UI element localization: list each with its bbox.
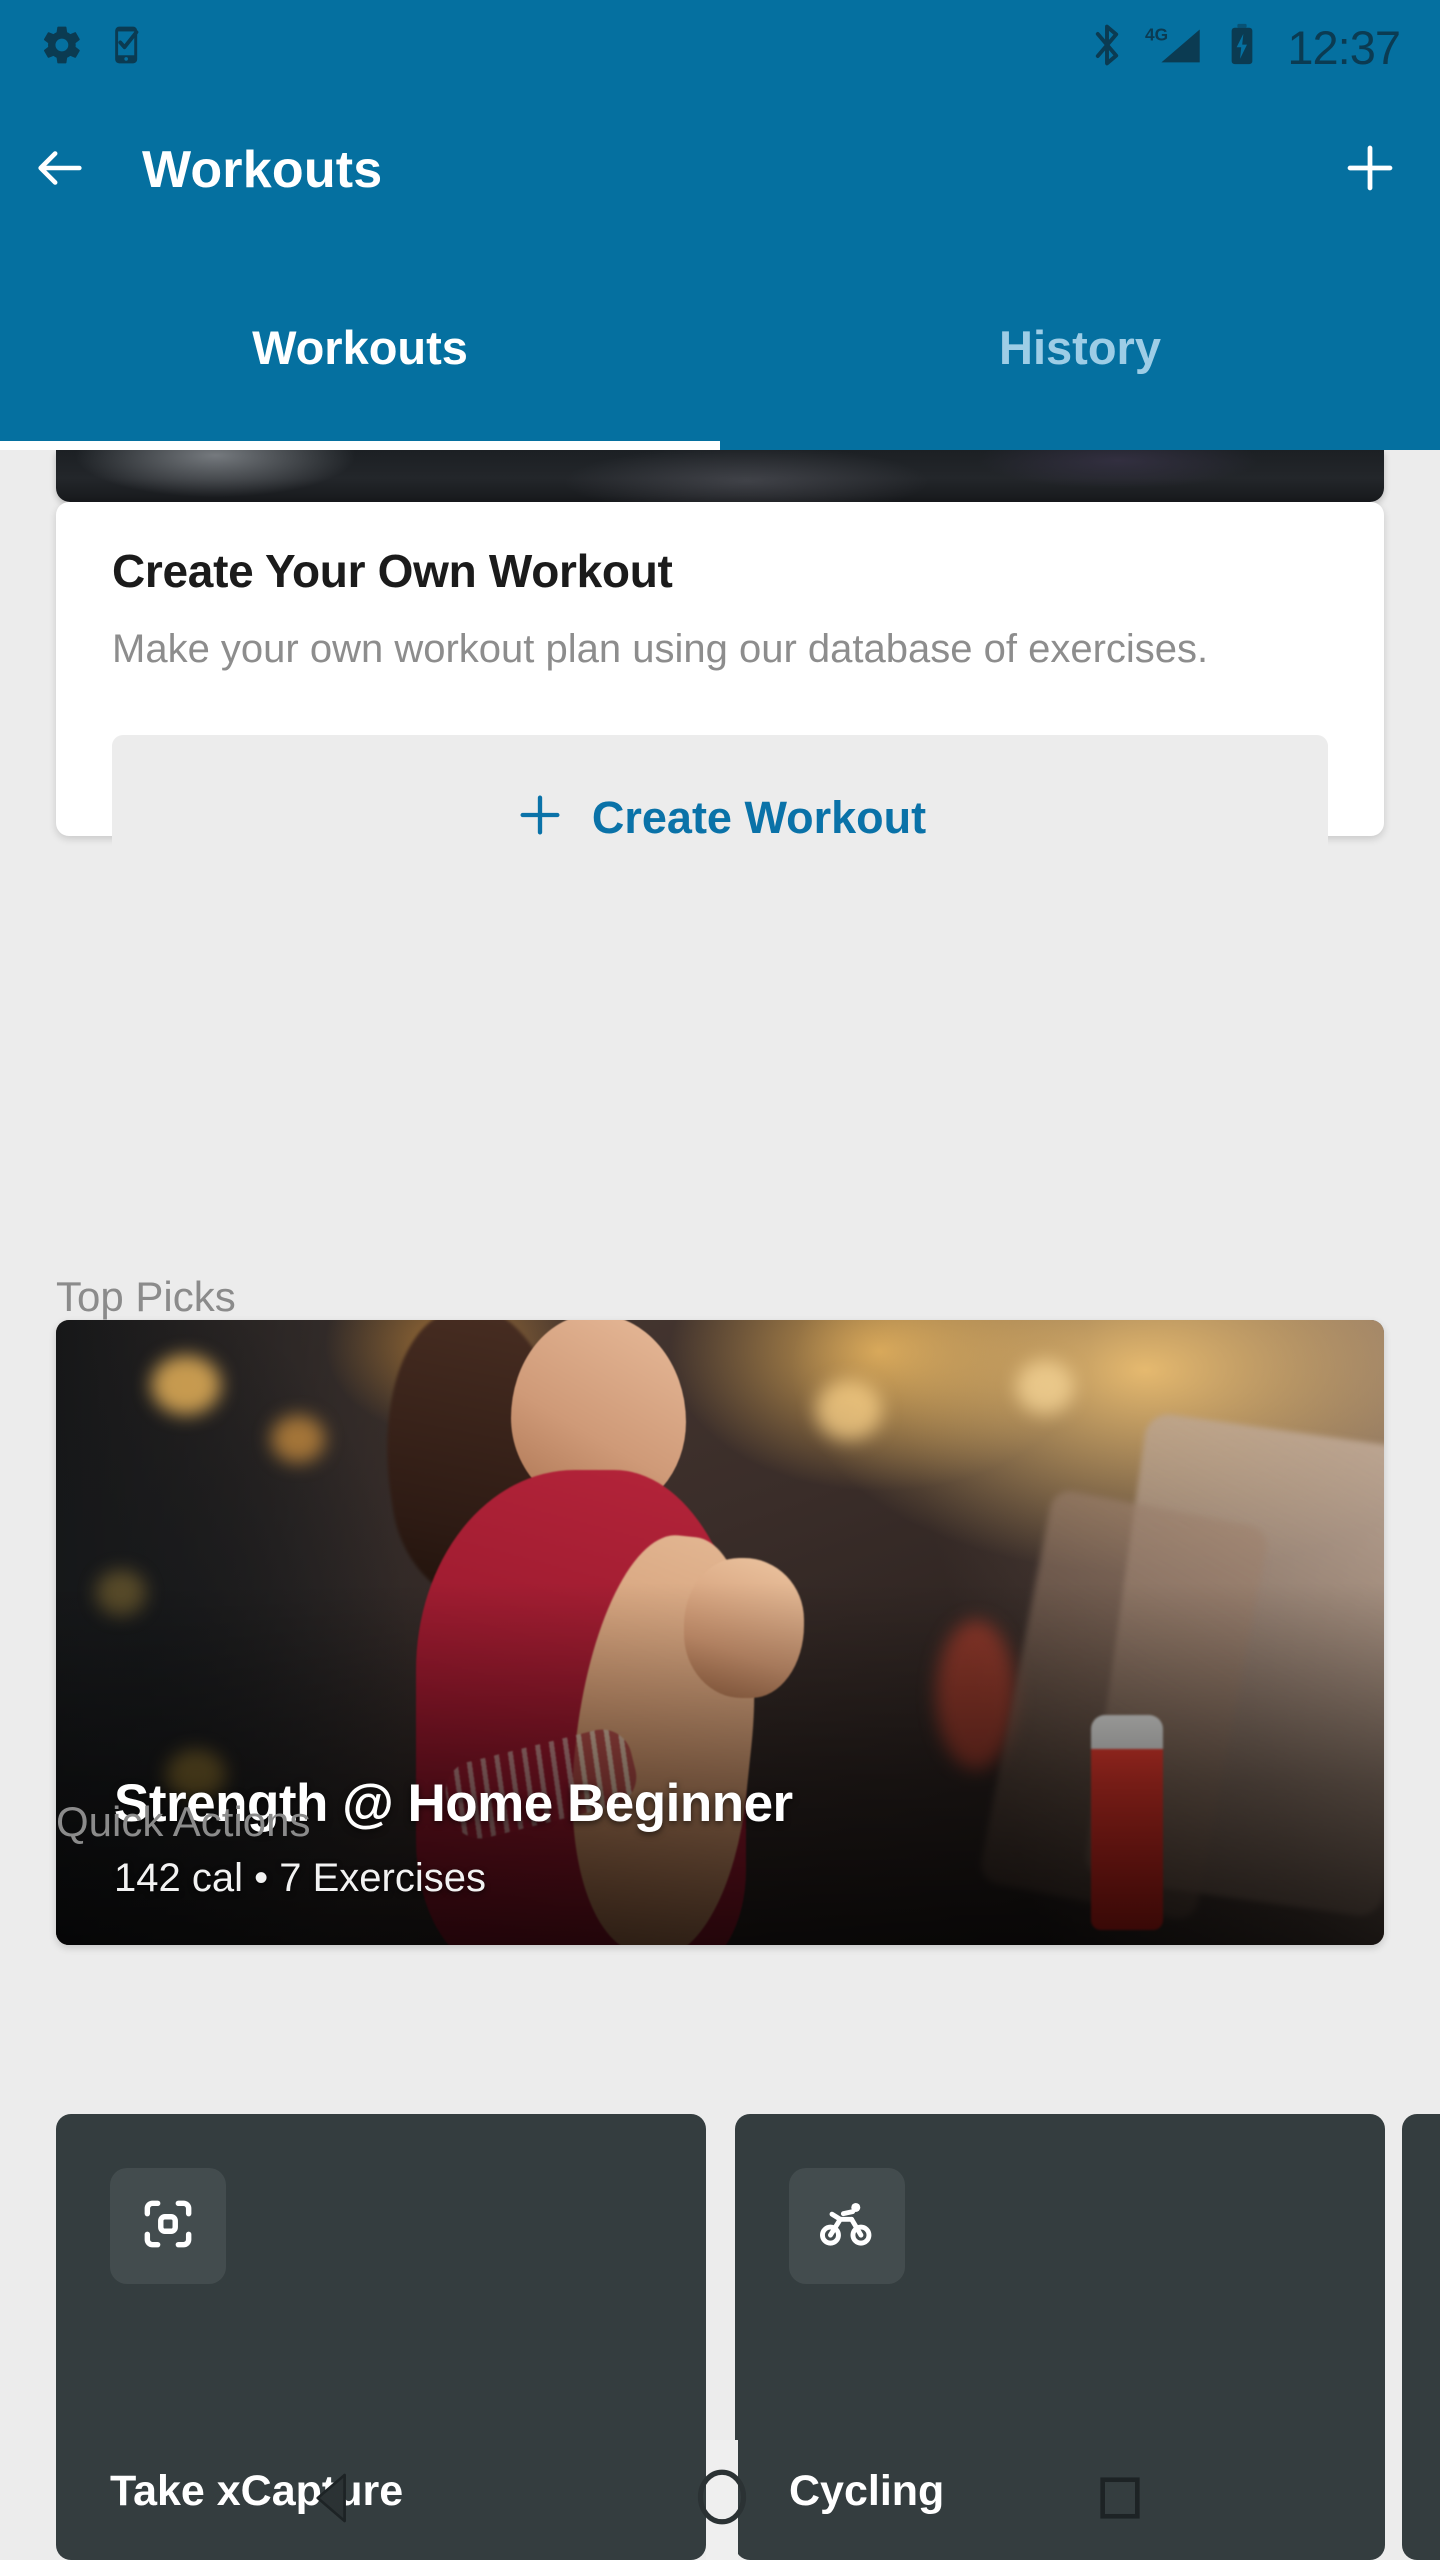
icon-tile (110, 2168, 226, 2284)
battery-charging-icon (1227, 22, 1257, 73)
app-bar: Workouts (0, 95, 1440, 245)
scroll-content[interactable]: Create Your Own Workout Make your own wo… (0, 450, 1440, 2560)
create-workout-button[interactable]: Create Workout (112, 735, 1328, 900)
tab-active-indicator (0, 441, 720, 450)
plus-icon (1340, 138, 1400, 203)
back-button[interactable] (0, 95, 120, 245)
add-workout-button[interactable] (1300, 95, 1440, 245)
status-bar-right-icons: 4G 12:37 (1089, 21, 1401, 74)
cyclist-icon (816, 2193, 878, 2260)
bluetooth-icon (1089, 22, 1125, 73)
featured-workout-card[interactable]: Strength @ Home Beginner 142 cal • 7 Exe… (56, 1320, 1384, 1945)
quick-action-card-take-xcapture[interactable]: Take xCapture (56, 2114, 706, 2560)
back-arrow-icon (31, 139, 89, 202)
quick-actions-heading: Quick Actions (56, 1798, 311, 1845)
scan-frame-icon (137, 2193, 199, 2260)
page-title: Workouts (142, 141, 383, 199)
create-card-subtitle: Make your own workout plan using our dat… (112, 627, 1209, 671)
gear-icon (40, 23, 84, 72)
create-workout-button-label: Create Workout (591, 791, 927, 843)
tab-history[interactable]: History (720, 245, 1440, 450)
tab-workouts[interactable]: Workouts (0, 245, 720, 450)
quick-action-card-cycling[interactable]: Cycling (735, 2114, 1385, 2560)
svg-text:4G: 4G (1145, 24, 1168, 44)
tab-bar: Workouts History (0, 245, 1440, 450)
status-bar: 4G 12:37 (0, 0, 1440, 95)
quick-action-label: Cycling (789, 2467, 945, 2515)
create-card-title: Create Your Own Workout (112, 545, 673, 597)
quick-actions-carousel[interactable]: Take xCapture Cycling (0, 2114, 1440, 2560)
quick-action-card-next[interactable] (1402, 2114, 1440, 2560)
tab-workouts-label: Workouts (252, 321, 468, 374)
phone-check-icon (106, 23, 150, 72)
status-bar-clock: 12:37 (1287, 21, 1401, 74)
icon-tile (789, 2168, 905, 2284)
top-picks-heading: Top Picks (56, 1273, 236, 1320)
status-bar-left-icons (40, 23, 150, 72)
signal-4g-icon: 4G (1145, 22, 1207, 73)
featured-workout-meta: 142 cal • 7 Exercises (114, 1856, 486, 1900)
quick-action-label: Take xCapture (110, 2467, 404, 2515)
previous-card-partial[interactable] (56, 450, 1384, 502)
plus-icon (514, 789, 566, 846)
tab-history-label: History (999, 321, 1161, 374)
